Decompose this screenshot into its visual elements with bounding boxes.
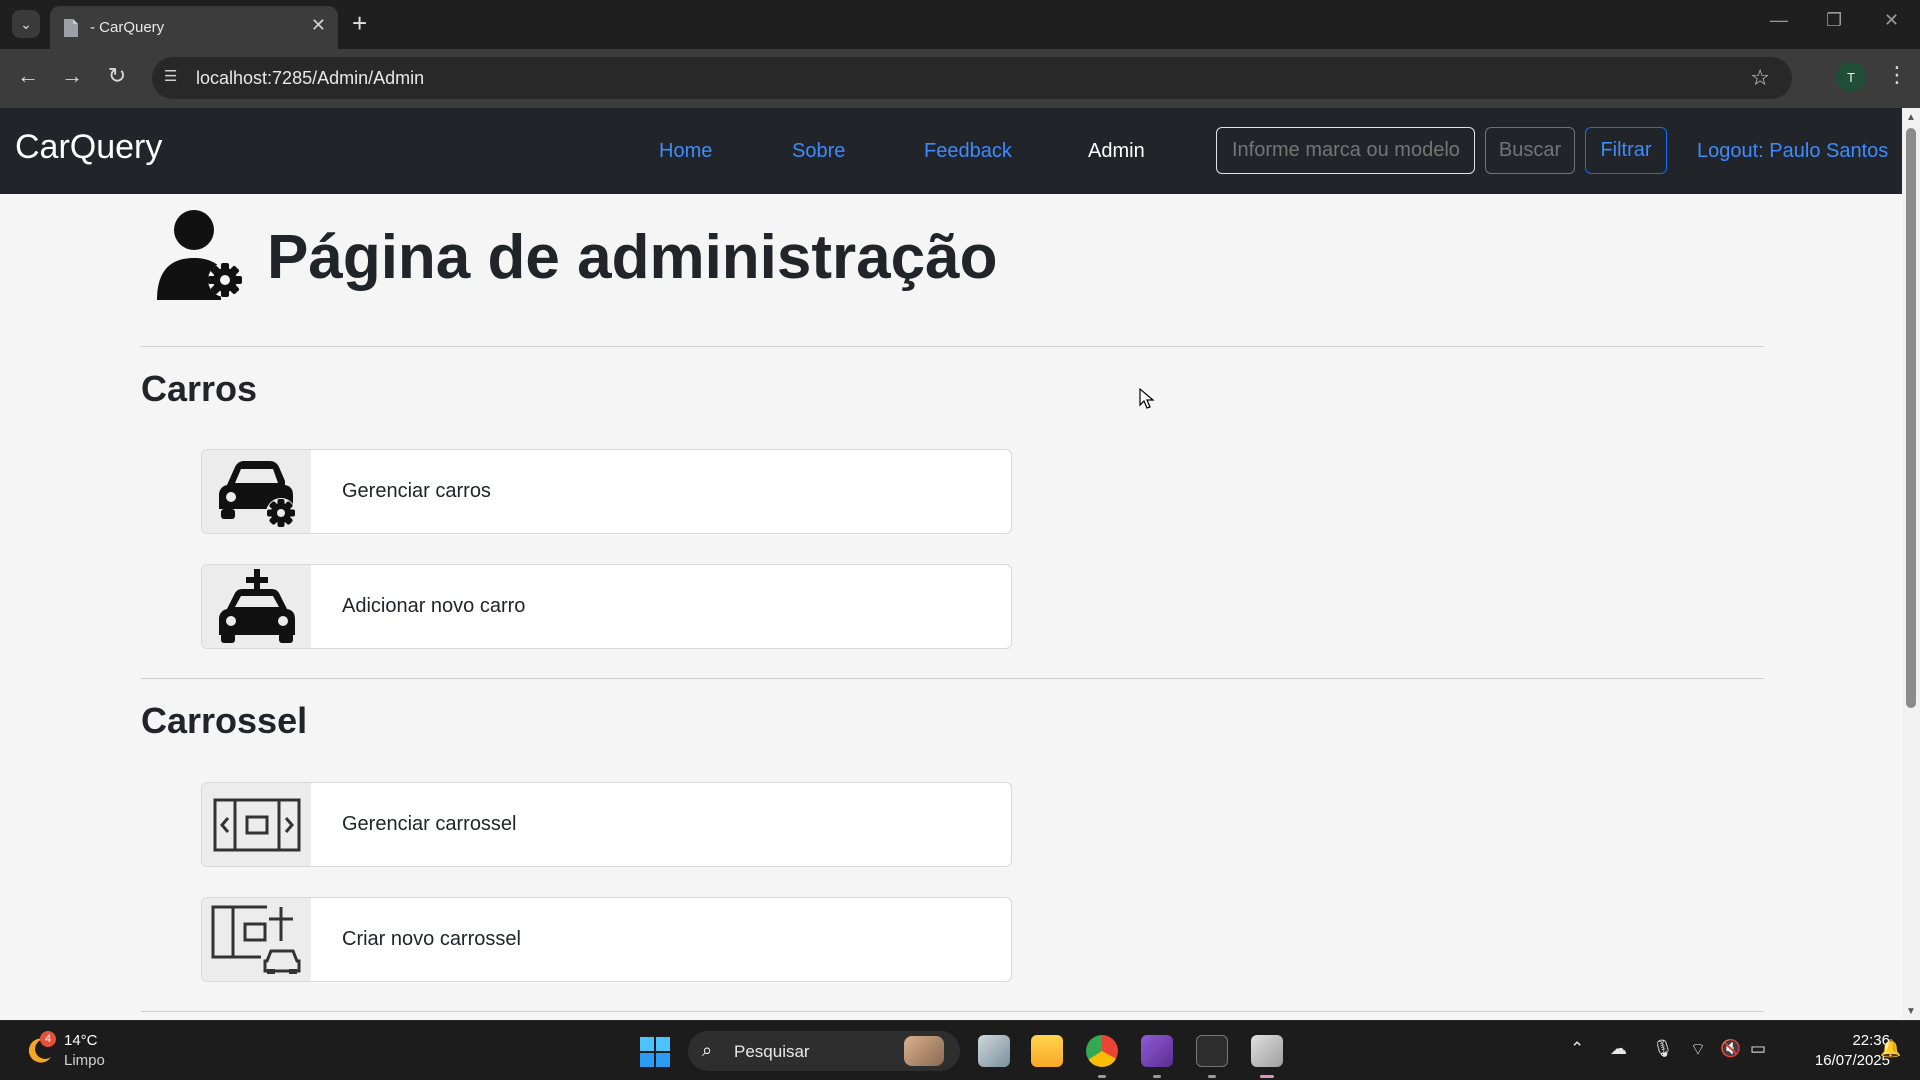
nav-link-sobre[interactable]: Sobre — [792, 140, 845, 163]
car-gear-icon — [218, 460, 296, 528]
forward-icon[interactable]: → — [56, 63, 88, 89]
card-gerenciar-carrossel[interactable]: Gerenciar carrossel — [201, 782, 1012, 867]
chrome-icon[interactable] — [1086, 1035, 1118, 1067]
visual-studio-running-indicator — [1153, 1075, 1161, 1078]
scroll-down-icon[interactable]: ▼ — [1906, 1006, 1916, 1017]
brand-logo[interactable]: CarQuery — [15, 128, 162, 167]
close-tab-icon[interactable]: ✕ — [311, 15, 326, 36]
browser-tab-bar: ⌄ - CarQuery ✕ + — ❐ ✕ — [0, 0, 1920, 49]
site-info-icon[interactable]: ☰ — [164, 67, 186, 89]
minimize-icon[interactable]: — — [1770, 10, 1788, 31]
profile-avatar[interactable]: T — [1836, 62, 1866, 92]
os-taskbar: 4 14°C Limpo ⌕ Pesquisar ⌃ ☁ 🎙 ⌔ 🔇 ▭ 22:… — [0, 1020, 1920, 1080]
divider — [141, 678, 1764, 679]
show-hidden-icons-icon[interactable]: ⌃ — [1570, 1039, 1584, 1059]
divider — [141, 1011, 1764, 1012]
admin-user-gear-icon — [157, 210, 242, 300]
scroll-up-icon[interactable]: ▲ — [1906, 112, 1916, 123]
card-label: Adicionar novo carro — [342, 595, 526, 617]
snipping-tool-active-indicator — [1260, 1075, 1274, 1078]
section-title-carrossel: Carrossel — [141, 700, 308, 741]
nav-link-feedback[interactable]: Feedback — [924, 140, 1012, 163]
page-icon — [64, 19, 78, 37]
carousel-icon — [213, 798, 300, 851]
weather-temperature[interactable]: 14°C — [64, 1032, 98, 1049]
restore-icon[interactable]: ❐ — [1826, 10, 1842, 31]
card-label: Criar novo carrossel — [342, 928, 521, 950]
taskbar-search-label: Pesquisar — [734, 1042, 810, 1061]
logout-link[interactable]: Logout: Paulo Santos — [1697, 140, 1888, 163]
page-title: Página de administração — [267, 223, 998, 292]
weather-badge: 4 — [40, 1031, 56, 1047]
filtrar-button[interactable]: Filtrar — [1585, 127, 1667, 174]
visual-studio-icon[interactable] — [1141, 1035, 1173, 1067]
task-view-icon[interactable] — [978, 1035, 1010, 1067]
back-icon[interactable]: ← — [12, 63, 44, 89]
card-adicionar-carro[interactable]: Adicionar novo carro — [201, 564, 1012, 649]
divider — [141, 346, 1764, 347]
notifications-bell-icon[interactable]: 🔔 — [1880, 1039, 1901, 1059]
browser-toolbar: ← → ↻ ☰ localhost:7285/Admin/Admin ☆ T ⋮ — [0, 49, 1920, 108]
card-gerenciar-carros[interactable]: Gerenciar carros — [201, 449, 1012, 534]
carousel-plus-icon — [211, 905, 300, 974]
weather-description[interactable]: Limpo — [64, 1052, 105, 1069]
microphone-icon[interactable]: 🎙 — [1652, 1039, 1674, 1059]
new-tab-button[interactable]: + — [352, 9, 367, 37]
chrome-running-indicator — [1098, 1075, 1106, 1078]
snipping-tool-icon[interactable] — [1251, 1035, 1283, 1067]
card-label: Gerenciar carros — [342, 480, 491, 502]
onedrive-cloud-icon[interactable]: ☁ — [1610, 1039, 1627, 1059]
clock-date[interactable]: 16/07/2025 — [1788, 1052, 1890, 1069]
buscar-button[interactable]: Buscar — [1485, 127, 1575, 174]
card-criar-carrossel[interactable]: Criar novo carrossel — [201, 897, 1012, 982]
taskbar-search[interactable]: ⌕ Pesquisar — [688, 1031, 960, 1071]
search-highlight-image — [904, 1036, 944, 1066]
tab-list-button[interactable]: ⌄ — [12, 10, 40, 38]
mouse-cursor-icon — [1139, 388, 1155, 409]
volume-muted-icon[interactable]: 🔇 — [1720, 1039, 1741, 1059]
section-title-carros: Carros — [141, 368, 258, 409]
scroll-thumb[interactable] — [1906, 128, 1916, 708]
car-plus-icon — [218, 568, 295, 643]
site-navbar: CarQuery Home Sobre Feedback Admin Busca… — [0, 108, 1902, 194]
search-icon: ⌕ — [702, 1040, 713, 1060]
nav-link-admin[interactable]: Admin — [1088, 140, 1145, 163]
terminal-running-indicator — [1208, 1075, 1216, 1078]
browser-menu-icon[interactable]: ⋮ — [1886, 62, 1908, 88]
url-text[interactable]: localhost:7285/Admin/Admin — [196, 68, 424, 89]
battery-icon[interactable]: ▭ — [1750, 1039, 1766, 1059]
terminal-icon[interactable] — [1196, 1035, 1228, 1067]
search-input[interactable] — [1216, 127, 1475, 174]
main-content: Página de administração Carros Gerenciar… — [0, 194, 1902, 1020]
wifi-icon[interactable]: ⌔ — [1690, 1039, 1706, 1060]
tab-title: - CarQuery — [90, 19, 165, 36]
windows-start-icon[interactable] — [640, 1037, 670, 1067]
page-scrollbar[interactable]: ▲ ▼ — [1902, 108, 1920, 1020]
close-window-icon[interactable]: ✕ — [1884, 10, 1899, 31]
address-bar[interactable]: ☰ localhost:7285/Admin/Admin ☆ — [152, 57, 1792, 99]
browser-tab[interactable]: - CarQuery ✕ — [50, 6, 338, 49]
bookmark-star-icon[interactable]: ☆ — [1750, 65, 1770, 91]
reload-icon[interactable]: ↻ — [101, 63, 133, 89]
card-label: Gerenciar carrossel — [342, 813, 517, 835]
nav-link-home[interactable]: Home — [659, 140, 712, 163]
file-explorer-icon[interactable] — [1031, 1035, 1063, 1067]
